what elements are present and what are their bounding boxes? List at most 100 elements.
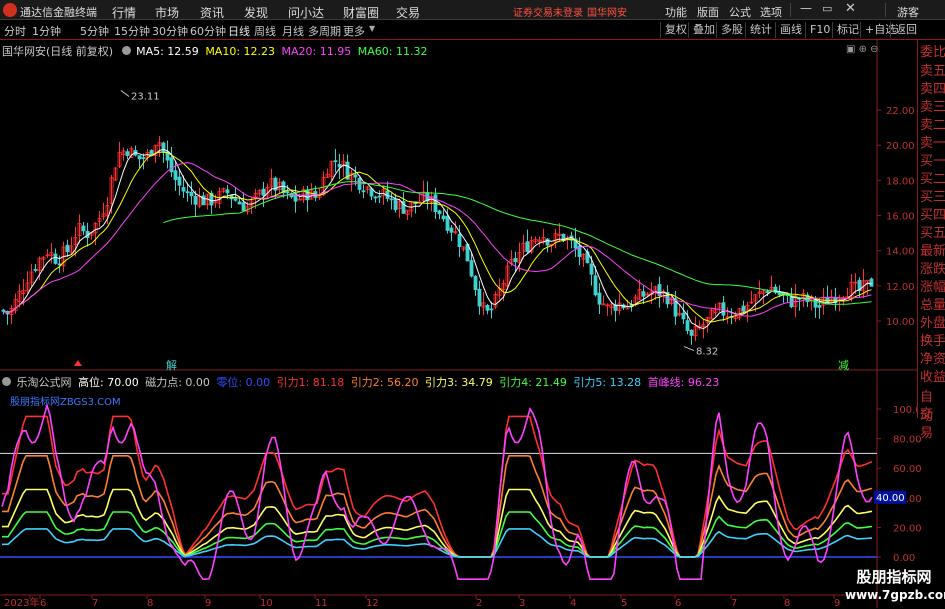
reduce-marker: 减 <box>838 359 849 372</box>
field-shoufeng: 首峰线: 96.23 <box>647 376 720 389</box>
main-chart-controls-icon[interactable]: ▣ ⊕ ⊖ <box>846 44 879 55</box>
unlock-marker: 解 <box>166 358 177 372</box>
panel-sell5[interactable]: 卖五 <box>920 64 945 79</box>
menu-faxian[interactable]: 发现 <box>244 4 268 21</box>
panel-buy4[interactable]: 买四 <box>920 208 945 223</box>
candle-body <box>333 160 338 163</box>
overlay-button[interactable]: 叠加 <box>688 22 715 38</box>
ma5-line <box>3 148 872 330</box>
candle-body <box>57 263 62 266</box>
menu-hangqing[interactable]: 行情 <box>112 4 136 21</box>
x-tick-label: 8 <box>147 598 153 609</box>
panel-buy3[interactable]: 买三 <box>920 190 945 205</box>
menu-gongshi[interactable]: 公式 <box>729 4 751 20</box>
panel-turnover[interactable]: 换手 <box>920 334 945 349</box>
menu-gongneng[interactable]: 功能 <box>665 4 687 20</box>
guest-login[interactable]: 游客 <box>897 4 919 20</box>
period-60min[interactable]: 60分钟 <box>190 23 226 39</box>
panel-sell4[interactable]: 卖四 <box>920 82 945 97</box>
period-1min[interactable]: 1分钟 <box>32 23 61 39</box>
back-button[interactable]: 返回 <box>890 22 917 38</box>
panel-change-pct[interactable]: 涨幅 <box>920 280 945 295</box>
candle-body <box>489 308 494 311</box>
field-yinli1: 引力1: 81.18 <box>276 376 345 389</box>
draw-line-button[interactable]: 画线 <box>775 22 802 38</box>
candle-body <box>441 215 446 220</box>
candle-body <box>141 157 146 160</box>
panel-buy1[interactable]: 买一 <box>920 154 945 169</box>
period-multi[interactable]: 多周期 <box>308 23 341 39</box>
period-more[interactable]: 更多 <box>343 23 365 39</box>
x-tick-label: 9 <box>205 598 211 609</box>
menu-banmian[interactable]: 版面 <box>697 4 719 20</box>
ma20-line <box>3 162 872 317</box>
panel-outer[interactable]: 外盘 <box>920 316 945 331</box>
period-week[interactable]: 周线 <box>254 23 276 39</box>
f10-button[interactable]: F10 <box>805 22 830 38</box>
price-tick-label: 22.00 <box>886 106 915 117</box>
candle-body <box>485 305 490 311</box>
field-lingwei: 零位: 0.00 <box>216 376 271 389</box>
candle-body <box>261 188 266 196</box>
period-day[interactable]: 日线 <box>228 23 250 39</box>
minimize-icon[interactable]: — <box>800 1 812 15</box>
period-5min[interactable]: 5分钟 <box>80 23 109 39</box>
x-tick-label: 9 <box>834 598 840 609</box>
panel-change[interactable]: 涨跌 <box>920 262 945 277</box>
candle-body <box>337 163 342 168</box>
period-15min[interactable]: 15分钟 <box>114 23 150 39</box>
period-fenshi[interactable]: 分时 <box>4 23 26 39</box>
app-title: 通达信金融终端 <box>20 6 97 19</box>
restore-icon[interactable]: ▭ <box>822 2 832 15</box>
panel-weibi[interactable]: 委比 <box>920 45 945 60</box>
candle-body <box>869 278 874 287</box>
panel-latest[interactable]: 最新 <box>920 244 945 259</box>
settings-circle-icon[interactable] <box>121 46 131 55</box>
chevron-down-icon[interactable]: ▼ <box>369 24 375 33</box>
candle-body <box>353 174 358 178</box>
candle-body <box>149 149 154 156</box>
panel-buy5[interactable]: 买五 <box>920 226 945 241</box>
x-tick-label: 4 <box>570 598 576 609</box>
close-icon[interactable]: ✕ <box>845 1 856 16</box>
menu-jiaoyi[interactable]: 交易 <box>396 4 420 21</box>
candle-body <box>185 191 190 194</box>
panel-net-assets[interactable]: 净资 <box>920 352 945 367</box>
x-tick-label: 2 <box>476 598 482 609</box>
candle-body <box>137 155 142 160</box>
candle-body <box>681 312 686 320</box>
panel-sell1[interactable]: 卖一 <box>920 136 945 151</box>
panel-buy2[interactable]: 买二 <box>920 172 945 187</box>
stats-button[interactable]: 统计 <box>745 22 772 38</box>
panel-sell3[interactable]: 卖三 <box>920 100 945 115</box>
candle-body <box>241 202 246 211</box>
period-month[interactable]: 月线 <box>282 23 304 39</box>
trade-button[interactable]: 交易 <box>920 403 945 441</box>
brand-url: www.7gpzb.com <box>845 588 945 602</box>
fuquan-button[interactable]: 复权 <box>660 22 687 38</box>
multi-stock-button[interactable]: 多股 <box>716 22 743 38</box>
panel-earnings[interactable]: 收益 <box>920 370 945 385</box>
candle-body <box>373 196 378 199</box>
chart-area[interactable]: 22.00 20.00 18.00 16.00 14.00 12.00 10.00 10 0.… <box>0 40 945 609</box>
candle-body <box>765 291 770 293</box>
period-30min[interactable]: 30分钟 <box>152 23 188 39</box>
menu-shichang[interactable]: 市场 <box>155 4 179 21</box>
candle-body <box>201 195 206 206</box>
x-tick-label: 7 <box>731 598 737 609</box>
x-tick-label: 3 <box>519 598 525 609</box>
candle-body <box>377 195 382 198</box>
menu-wenxiaoda[interactable]: 问小达 <box>288 4 324 21</box>
panel-volume[interactable]: 总量 <box>920 298 945 313</box>
menu-xuanxiang[interactable]: 选项 <box>760 4 782 20</box>
candle-body <box>237 201 242 205</box>
menu-zixun[interactable]: 资讯 <box>200 4 224 21</box>
period-toolbar: 分时 1分钟 5分钟 15分钟 30分钟 60分钟 日线 周线 月线 多周期 更… <box>0 20 945 40</box>
panel-sell2[interactable]: 卖二 <box>920 118 945 133</box>
high-pointer <box>120 90 130 97</box>
mark-button[interactable]: 标记 <box>832 22 859 38</box>
settings-circle-icon[interactable] <box>2 377 11 386</box>
login-status[interactable]: 证券交易未登录 <box>513 4 583 19</box>
menu-caifuquan[interactable]: 财富圈 <box>343 4 379 21</box>
candle-body <box>789 295 794 308</box>
